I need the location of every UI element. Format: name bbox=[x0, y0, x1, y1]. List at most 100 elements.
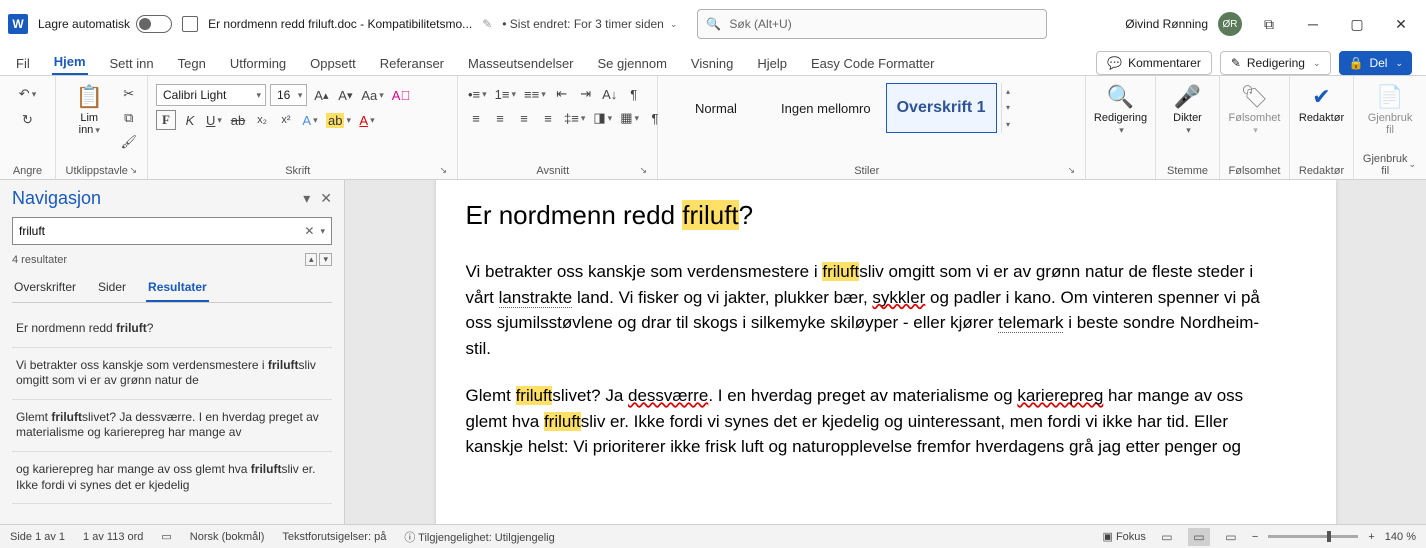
zoom-in[interactable]: + bbox=[1368, 531, 1374, 543]
save-icon[interactable] bbox=[182, 16, 198, 32]
status-words[interactable]: 1 av 113 ord bbox=[83, 531, 143, 543]
zoom-out[interactable]: − bbox=[1252, 531, 1258, 543]
editing-find-button[interactable]: 🔍 Redigering▾ bbox=[1094, 80, 1147, 140]
superscript-button[interactable]: x² bbox=[276, 110, 296, 130]
autosave-toggle[interactable] bbox=[136, 15, 172, 33]
paste-button[interactable]: 📋 Lim inn▾ bbox=[64, 80, 114, 140]
align-right-button[interactable]: ≡ bbox=[514, 108, 534, 128]
format-painter-button[interactable]: 🖌 bbox=[118, 132, 139, 152]
change-case-button[interactable]: Aa▾ bbox=[359, 85, 385, 105]
status-predictions[interactable]: Tekstforutsigelser: på bbox=[282, 531, 386, 543]
tab-masseutsendelser[interactable]: Masseutsendelser bbox=[466, 52, 576, 75]
document-paragraph[interactable]: Vi betrakter oss kanskje som verdensmest… bbox=[466, 259, 1276, 361]
search-box[interactable]: 🔍 Søk (Alt+U) bbox=[697, 9, 1047, 39]
ribbon-display-options[interactable]: ⧉ bbox=[1252, 10, 1286, 38]
increase-indent-button[interactable]: ⇥ bbox=[576, 84, 596, 104]
user-avatar[interactable]: ØR bbox=[1218, 12, 1242, 36]
sort-button[interactable]: A↓ bbox=[600, 84, 620, 104]
styles-launcher[interactable]: ↘ bbox=[1067, 165, 1077, 176]
nav-tab-pages[interactable]: Sider bbox=[96, 274, 128, 302]
status-spellcheck-icon[interactable]: ▭ bbox=[161, 530, 171, 543]
numbering-button[interactable]: 1≡▾ bbox=[493, 84, 518, 104]
navigation-search[interactable]: ✕ ▾ bbox=[12, 217, 332, 245]
bullets-button[interactable]: •≡▾ bbox=[466, 84, 489, 104]
sensitivity-button[interactable]: 🏷 Følsomhet▾ bbox=[1228, 80, 1281, 140]
search-result[interactable]: Vi betrakter oss kanskje som verdensmest… bbox=[12, 348, 332, 400]
document-heading[interactable]: Er nordmenn redd friluft? bbox=[466, 200, 1276, 231]
clipboard-launcher[interactable]: ↘ bbox=[129, 165, 139, 176]
tab-visning[interactable]: Visning bbox=[689, 52, 735, 75]
style-heading1[interactable]: Overskrift 1 bbox=[886, 83, 997, 133]
close-button[interactable]: ✕ bbox=[1384, 10, 1418, 38]
tab-referanser[interactable]: Referanser bbox=[378, 52, 446, 75]
align-left-button[interactable]: ≡ bbox=[466, 108, 486, 128]
status-accessibility[interactable]: ⓘ Tilgjengelighet: Utilgjengelig bbox=[404, 529, 554, 545]
shading-button[interactable]: ◨▾ bbox=[591, 108, 614, 128]
redo-button[interactable]: ↻ bbox=[18, 110, 38, 130]
tab-oppsett[interactable]: Oppsett bbox=[308, 52, 358, 75]
document-paragraph[interactable]: Glemt friluftslivet? Ja dessværre. I en … bbox=[466, 383, 1276, 460]
navigation-close[interactable]: ✕ bbox=[320, 190, 332, 207]
copy-button[interactable]: ⧉ bbox=[118, 108, 139, 128]
tab-hjelp[interactable]: Hjelp bbox=[755, 52, 789, 75]
style-gallery-more[interactable]: ▴▾▾ bbox=[1001, 83, 1015, 133]
search-result[interactable]: og karierepreg har mange av oss glemt hv… bbox=[12, 452, 332, 504]
zoom-slider[interactable] bbox=[1268, 535, 1358, 538]
underline-button[interactable]: U▾ bbox=[204, 110, 224, 130]
highlight-button[interactable]: ab▾ bbox=[324, 110, 353, 130]
nav-tab-results[interactable]: Resultater bbox=[146, 274, 209, 302]
minimize-button[interactable]: ─ bbox=[1296, 10, 1330, 38]
italic-button[interactable]: K bbox=[180, 110, 200, 130]
bold-button[interactable]: F bbox=[156, 110, 176, 130]
comments-button[interactable]: 💬 Kommentarer bbox=[1096, 51, 1212, 75]
style-normal[interactable]: Normal bbox=[666, 83, 766, 133]
zoom-level[interactable]: 140 % bbox=[1385, 531, 1416, 543]
tab-utforming[interactable]: Utforming bbox=[228, 52, 288, 75]
view-print-layout[interactable]: ▭ bbox=[1188, 528, 1210, 546]
clear-formatting-button[interactable]: A⃠ bbox=[390, 85, 412, 105]
maximize-button[interactable]: ▢ bbox=[1340, 10, 1374, 38]
navigation-search-options[interactable]: ▾ bbox=[320, 226, 325, 237]
search-result[interactable]: Er nordmenn redd friluft? bbox=[12, 311, 332, 348]
ribbon-collapse[interactable]: ⌄ bbox=[1408, 159, 1418, 170]
view-read-mode[interactable]: ▭ bbox=[1156, 528, 1178, 546]
font-name-combo[interactable]: Calibri Light bbox=[156, 84, 266, 106]
tab-se-gjennom[interactable]: Se gjennom bbox=[596, 52, 669, 75]
document-page[interactable]: Er nordmenn redd friluft? Vi betrakter o… bbox=[436, 180, 1336, 524]
show-marks-button[interactable]: ¶ bbox=[624, 84, 644, 104]
navigation-next-result[interactable]: ▾ bbox=[319, 253, 332, 266]
reuse-file-button[interactable]: 📄 Gjenbruk fil bbox=[1362, 80, 1418, 140]
status-focus[interactable]: ▣ Fokus bbox=[1103, 530, 1146, 543]
multilevel-button[interactable]: ≡≡▾ bbox=[522, 84, 548, 104]
decrease-indent-button[interactable]: ⇤ bbox=[552, 84, 572, 104]
justify-button[interactable]: ≡ bbox=[538, 108, 558, 128]
borders-button[interactable]: ▦▾ bbox=[618, 108, 641, 128]
share-button[interactable]: 🔒 Del⌄ bbox=[1339, 51, 1412, 75]
subscript-button[interactable]: x₂ bbox=[252, 110, 272, 130]
nav-tab-headings[interactable]: Overskrifter bbox=[12, 274, 78, 302]
text-effects-button[interactable]: A▾ bbox=[300, 110, 320, 130]
status-language[interactable]: Norsk (bokmål) bbox=[190, 531, 265, 543]
tab-sett-inn[interactable]: Sett inn bbox=[108, 52, 156, 75]
font-size-combo[interactable]: 16 bbox=[270, 84, 307, 106]
strikethrough-button[interactable]: ab bbox=[228, 110, 248, 130]
navigation-menu[interactable]: ▾ bbox=[303, 190, 310, 207]
dictate-button[interactable]: 🎤 Dikter▾ bbox=[1164, 80, 1212, 140]
undo-button[interactable]: ↶▾ bbox=[17, 84, 38, 104]
tab-fil[interactable]: Fil bbox=[14, 52, 32, 75]
editing-mode-button[interactable]: ✎ Redigering⌄ bbox=[1220, 51, 1332, 75]
tab-easy-code[interactable]: Easy Code Formatter bbox=[809, 52, 937, 75]
navigation-search-clear[interactable]: ✕ bbox=[300, 224, 318, 238]
navigation-prev-result[interactable]: ▴ bbox=[305, 253, 318, 266]
font-launcher[interactable]: ↘ bbox=[439, 165, 449, 176]
view-web-layout[interactable]: ▭ bbox=[1220, 528, 1242, 546]
align-center-button[interactable]: ≡ bbox=[490, 108, 510, 128]
document-area[interactable]: Er nordmenn redd friluft? Vi betrakter o… bbox=[345, 180, 1426, 524]
tab-tegn[interactable]: Tegn bbox=[176, 52, 208, 75]
tab-hjem[interactable]: Hjem bbox=[52, 50, 88, 75]
font-color-button[interactable]: A▾ bbox=[357, 110, 377, 130]
line-spacing-button[interactable]: ‡≡▾ bbox=[562, 108, 587, 128]
last-modified[interactable]: • Sist endret: For 3 timer siden⌄ bbox=[502, 17, 677, 31]
decrease-font-button[interactable]: A▾ bbox=[335, 85, 355, 105]
editor-button[interactable]: ✔ Redaktør bbox=[1298, 80, 1346, 128]
